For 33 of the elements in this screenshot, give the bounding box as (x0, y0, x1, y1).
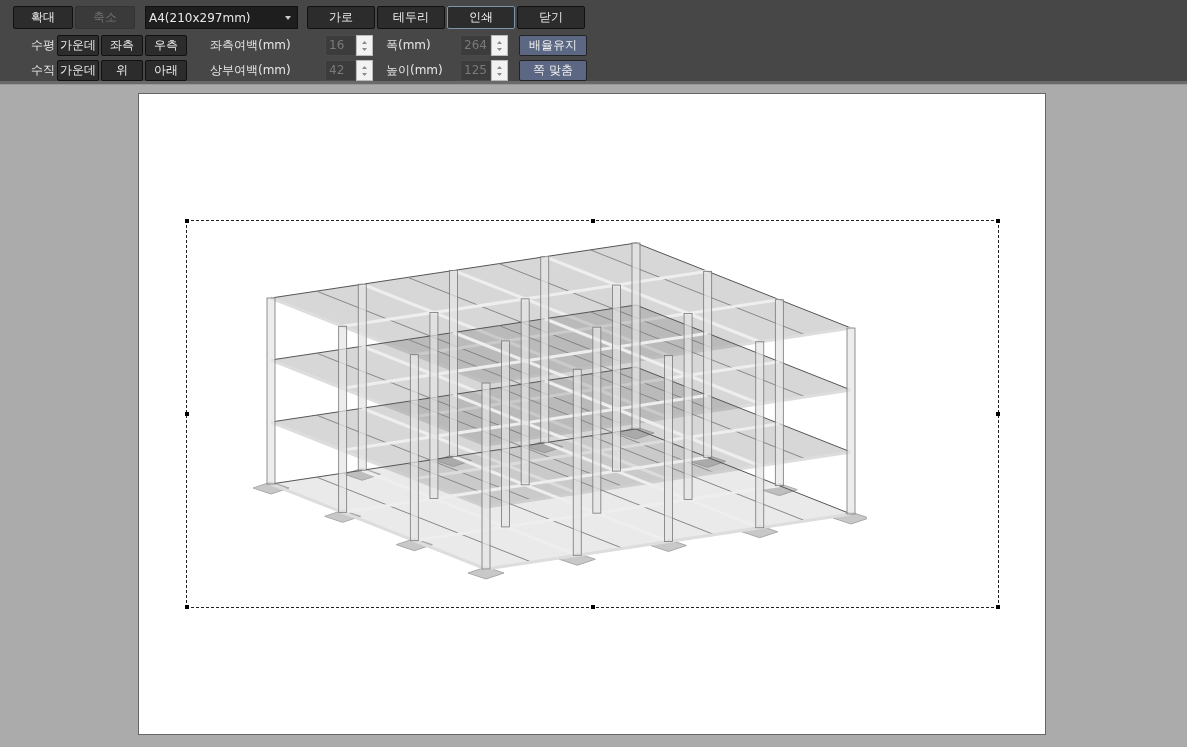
field-label: 폭(mm) (386, 37, 432, 54)
field-label: 상부여백(mm) (209, 62, 292, 79)
axis-label: 수평 (31, 37, 56, 54)
paper-size-dropdown[interactable]: A4(210x297mm) (145, 6, 298, 29)
align-button[interactable]: 가운데 (57, 60, 99, 81)
resize-handle[interactable] (185, 412, 189, 416)
resize-handle[interactable] (185, 605, 189, 609)
toolbar-button[interactable]: 테두리 (377, 6, 445, 29)
spinner-arrows-icon[interactable] (356, 35, 373, 56)
toolbar-button[interactable]: 인쇄 (447, 6, 515, 29)
spinner-arrows-icon[interactable] (356, 60, 373, 81)
align-button[interactable]: 가운데 (57, 35, 99, 56)
toolbar-button[interactable]: 가로 (307, 6, 375, 29)
resize-handle[interactable] (590, 605, 595, 609)
fit-button[interactable]: 쪽 맞춤 (519, 60, 587, 81)
spinner-arrows-icon[interactable] (491, 60, 508, 81)
toolbar-button[interactable]: 확대 (13, 6, 73, 29)
align-button[interactable]: 좌측 (101, 35, 143, 56)
toolbar-button[interactable]: 닫기 (517, 6, 585, 29)
align-button[interactable]: 위 (101, 60, 143, 81)
resize-handle[interactable] (185, 219, 189, 223)
align-button[interactable]: 아래 (145, 60, 187, 81)
axis-label: 수직 (31, 62, 56, 79)
field-label: 좌측여백(mm) (209, 37, 292, 54)
resize-handle[interactable] (590, 219, 595, 223)
align-button[interactable]: 우측 (145, 35, 187, 56)
field-label: 높이(mm) (386, 62, 444, 79)
resize-handle[interactable] (996, 219, 1000, 223)
resize-handle[interactable] (996, 605, 1000, 609)
caret-icon (285, 15, 291, 20)
resize-handle[interactable] (996, 412, 1000, 416)
fit-button[interactable]: 배율유지 (519, 35, 587, 56)
spinner-arrows-icon[interactable] (491, 35, 508, 56)
